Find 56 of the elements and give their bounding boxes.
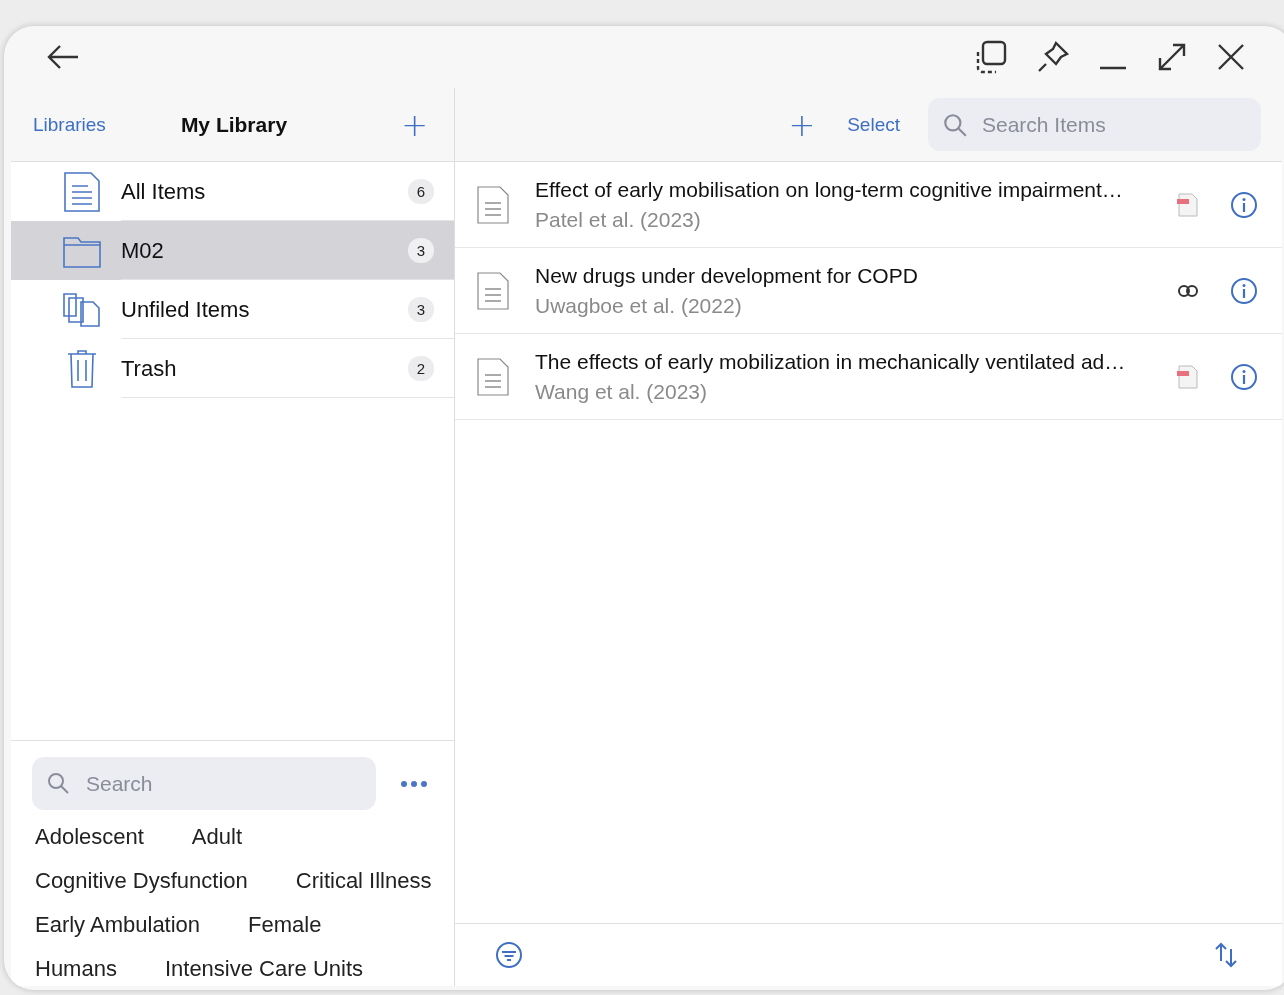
filter-icon[interactable] <box>495 941 523 969</box>
item-row[interactable]: Effect of early mobilisation on long-term cognitive impairment… Patel et al. (2023) <box>455 162 1282 248</box>
library-title: My Library <box>180 112 288 137</box>
item-creator: Patel et al. (2023) <box>535 207 702 232</box>
item-count: 2 <box>407 356 434 381</box>
collection-name: M02 <box>121 237 164 264</box>
search-icon <box>46 771 70 795</box>
document-icon <box>477 357 509 396</box>
tag-label[interactable]: Adult <box>191 824 242 850</box>
add-item-button[interactable]: + <box>786 105 818 144</box>
document-icon <box>477 271 509 310</box>
collection-item[interactable]: Unfiled Items 3 <box>11 280 454 339</box>
search-icon <box>942 112 968 138</box>
document-icon <box>63 171 101 212</box>
item-title: The effects of early mobilization in mechanically ventilated ad… <box>535 349 1127 374</box>
sort-icon[interactable] <box>1214 941 1238 969</box>
pdf-icon[interactable] <box>1176 192 1200 217</box>
tag-label[interactable]: Female <box>248 912 322 938</box>
collection-item[interactable]: All Items 6 <box>11 162 454 221</box>
tag-label[interactable]: Cognitive Dysfunction <box>35 868 248 894</box>
tag-search-field[interactable]: Search <box>32 757 376 810</box>
info-icon[interactable] <box>1230 362 1258 391</box>
tag-label[interactable]: Critical Illness <box>295 868 432 894</box>
pin-icon[interactable] <box>1036 40 1070 74</box>
add-collection-button[interactable]: + <box>399 105 430 144</box>
select-button[interactable]: Select <box>841 112 906 137</box>
info-icon[interactable] <box>1230 276 1258 305</box>
item-title: Effect of early mobilisation on long-term cognitive impairment… <box>535 177 1124 202</box>
item-row[interactable]: New drugs under development for COPD Uwagboe et al. (2022) <box>455 248 1282 334</box>
collection-name: All Items <box>121 178 206 205</box>
back-arrow-icon[interactable] <box>46 43 80 71</box>
more-icon[interactable] <box>400 779 428 788</box>
item-title: New drugs under development for COPD <box>535 263 919 288</box>
tag-label[interactable]: Adolescent <box>35 824 144 850</box>
info-icon[interactable] <box>1230 190 1258 219</box>
pdf-icon[interactable] <box>1176 364 1200 389</box>
tag-label[interactable]: Intensive Care Units <box>164 956 363 982</box>
item-creator: Uwagboe et al. (2022) <box>535 293 743 318</box>
collection-item[interactable]: Trash 2 <box>11 339 454 398</box>
collection-item[interactable]: M02 3 <box>11 221 454 280</box>
item-count: 6 <box>407 179 434 204</box>
collection-name: Trash <box>121 355 177 382</box>
document-icon <box>477 185 509 224</box>
collection-name: Unfiled Items <box>121 296 250 323</box>
item-count: 3 <box>407 238 434 263</box>
libraries-link[interactable]: Libraries <box>33 113 106 136</box>
tag-label[interactable]: Humans <box>35 956 117 982</box>
tag-label[interactable]: Early Ambulation <box>35 912 201 938</box>
item-row[interactable]: The effects of early mobilization in mechanically ventilated ad… Wang et al. (2023) <box>455 334 1282 420</box>
item-count: 3 <box>407 297 434 322</box>
item-search-field[interactable]: Search Items <box>928 98 1261 151</box>
documents-icon <box>63 292 101 327</box>
screenshot-icon[interactable] <box>974 40 1008 74</box>
item-creator: Wang et al. (2023) <box>535 379 708 404</box>
maximize-icon[interactable] <box>1156 41 1188 73</box>
close-icon[interactable] <box>1216 42 1246 72</box>
